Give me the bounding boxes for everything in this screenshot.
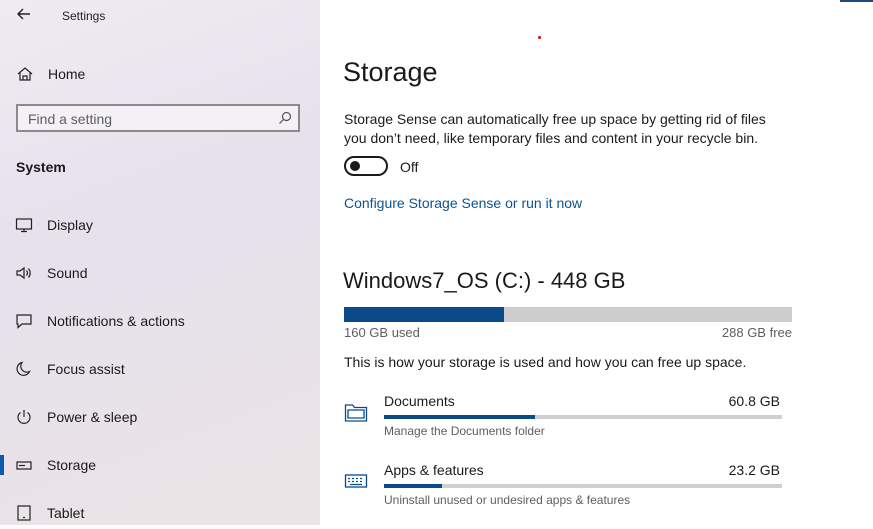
monitor-icon [15,218,33,233]
sidebar-item-storage[interactable]: Storage [0,449,320,481]
sidebar-item-label: Home [48,66,86,82]
sidebar-item-power-sleep[interactable]: Power & sleep [0,401,320,433]
category-name: Apps & features [384,462,484,478]
sidebar-item-label: Display [47,217,93,233]
moon-icon [16,361,31,376]
title-bar: Settings [0,0,320,34]
category-apps-features[interactable]: Apps & features 23.2 GB Uninstall unused… [344,462,784,518]
drive-usage-fill [344,307,504,322]
window-control-edge [840,0,873,2]
toggle-state-label: Off [400,159,419,175]
category-size: 23.2 GB [728,462,780,478]
sidebar: Settings Home Find a setting System Disp… [0,0,320,525]
category-name: Documents [384,393,455,409]
keyboard-icon [344,474,368,488]
storage-icon [16,461,32,470]
sidebar-item-home[interactable]: Home [0,60,320,88]
used-space-label: 160 GB used [344,325,420,340]
category-bar [384,415,782,419]
storage-sense-description: Storage Sense can automatically free up … [344,111,766,146]
drive-title: Windows7_OS (C:) - 448 GB [343,268,626,293]
sidebar-item-tablet[interactable]: Tablet [0,497,320,529]
cursor-dot [538,36,541,39]
drive-usage-bar [344,307,792,322]
folder-icon [344,404,368,422]
search-icon [279,111,292,124]
home-icon [17,67,33,81]
power-icon [17,410,31,424]
sidebar-item-display[interactable]: Display [0,209,320,241]
sidebar-item-notifications[interactable]: Notifications & actions [0,305,320,337]
toggle-knob [350,161,360,171]
back-button[interactable] [14,6,34,26]
category-documents[interactable]: Documents 60.8 GB Manage the Documents f… [344,393,784,449]
sidebar-item-label: Tablet [47,505,85,521]
app-title: Settings [62,9,106,23]
category-subtext: Manage the Documents folder [384,424,545,438]
sidebar-item-label: Storage [47,457,97,473]
free-space-label: 288 GB free [721,325,792,340]
category-subtext: Uninstall unused or undesired apps & fea… [384,493,631,507]
storage-info-text: This is how your storage is used and how… [344,354,747,370]
selection-indicator [0,455,4,475]
sidebar-item-label: Sound [47,265,88,281]
category-bar [384,484,782,488]
sidebar-item-label: Focus assist [47,361,125,377]
speaker-icon [16,266,31,280]
sidebar-item-focus-assist[interactable]: Focus assist [0,353,320,385]
page-title: Storage [343,57,438,87]
back-arrow-icon [17,8,30,20]
storage-sense-toggle[interactable] [344,156,388,176]
configure-storage-sense-link[interactable]: Configure Storage Sense or run it now [344,195,582,211]
search-input[interactable]: Find a setting [16,104,300,132]
sidebar-item-label: Power & sleep [47,409,138,425]
category-bar-fill [384,415,536,419]
sidebar-item-sound[interactable]: Sound [0,257,320,289]
category-size: 60.8 GB [728,393,780,409]
category-bar-fill [384,484,442,488]
section-title: System [16,159,66,175]
sidebar-item-label: Notifications & actions [47,313,185,329]
notification-icon [16,314,32,329]
search-placeholder: Find a setting [28,111,113,127]
tablet-icon [17,505,31,521]
